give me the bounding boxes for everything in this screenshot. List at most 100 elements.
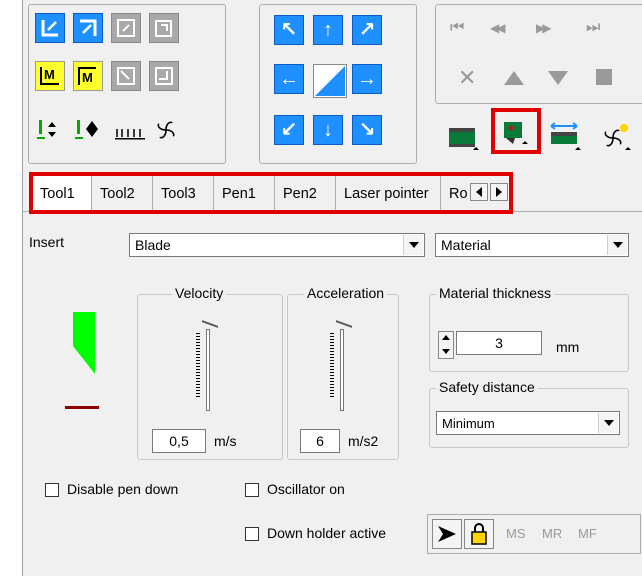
corner-disabled-icon [155, 20, 172, 37]
disable-pen-down-label[interactable]: Disable pen down [67, 481, 178, 497]
jog-down-left-button[interactable]: ↙ [274, 115, 304, 145]
arrow-down-right-icon: ↘ [358, 119, 376, 141]
mark-m-label: M [44, 67, 55, 82]
jog-up-right-button[interactable]: ↗ [352, 15, 382, 45]
acceleration-input[interactable]: 6 [300, 429, 340, 453]
chevron-down-icon [612, 242, 623, 248]
velocity-group: Velocity 0,5 m/s [137, 285, 283, 460]
stop-icon[interactable] [596, 69, 612, 85]
velocity-input[interactable]: 0,5 [152, 429, 206, 453]
spin-up-icon[interactable] [442, 335, 450, 340]
thickness-spinner[interactable] [438, 331, 454, 359]
corner-3-button[interactable] [111, 13, 141, 43]
bottom-button-group: MS MR MF [427, 514, 641, 554]
safety-distance-dropdown-arrow[interactable] [598, 413, 618, 433]
velocity-legend: Velocity [172, 285, 227, 301]
mf-button[interactable]: MF [578, 526, 597, 541]
material-value: Material [441, 237, 491, 253]
oscillator-label[interactable]: Oscillator on [267, 481, 345, 497]
corner-4-button[interactable] [149, 13, 179, 43]
mark-m2-button[interactable]: M [73, 61, 103, 91]
slider-ticks [330, 333, 334, 397]
jog-center-button[interactable] [313, 64, 347, 98]
spin-down-icon[interactable] [442, 349, 450, 354]
cursor-arrow-icon [438, 526, 456, 542]
mark-m-button[interactable]: M [35, 61, 65, 91]
tool-holder-3-icon [550, 122, 581, 150]
chevron-down-icon [408, 242, 419, 248]
rewind-icon[interactable]: ◀◀ [490, 21, 506, 35]
arrow-down-icon: ↓ [323, 119, 333, 141]
tool-up-down-button[interactable] [35, 115, 65, 145]
jog-left-button[interactable]: ← [274, 64, 304, 94]
down-holder-checkbox[interactable] [245, 527, 259, 541]
jog-up-left-button[interactable]: ↖ [274, 15, 304, 45]
corner-8-button[interactable] [149, 61, 179, 91]
slider-ticks [196, 333, 200, 397]
mr-button[interactable]: MR [542, 526, 562, 541]
safety-distance-legend: Safety distance [436, 379, 538, 395]
pointer-button[interactable] [432, 519, 462, 549]
disable-pen-down-checkbox[interactable] [45, 483, 59, 497]
set-corner-button[interactable] [73, 13, 103, 43]
tool-move-icon [75, 120, 98, 139]
slider-thumb[interactable] [202, 320, 218, 334]
oscillator-checkbox[interactable] [245, 483, 259, 497]
thickness-unit: mm [556, 339, 580, 355]
fan-indicator-button[interactable] [597, 118, 635, 156]
triangle-up-icon[interactable] [504, 71, 524, 85]
insert-label: Insert [29, 234, 65, 250]
tool-holder-1-icon [449, 128, 479, 150]
velocity-slider[interactable] [194, 320, 220, 411]
acceleration-group: Acceleration 6 m/s2 [287, 285, 399, 460]
tool-holder-2-button[interactable] [497, 114, 535, 148]
corner-disabled-icon [117, 19, 135, 37]
tool-holder-3-button[interactable] [547, 118, 585, 156]
corner-disabled-icon [117, 67, 135, 85]
tool-settings-panel: M M ↖ ↑ ↗ ← → ↙ ↓ ↘ ⏮ ◀◀ ▶▶ ⏭ ✕ Tool1 To… [22, 0, 642, 576]
cross-icon[interactable]: ✕ [458, 65, 476, 91]
material-dropdown-arrow[interactable] [607, 235, 627, 255]
lock-icon [471, 523, 487, 545]
arrow-right-icon: → [357, 68, 377, 90]
insert-dropdown-arrow[interactable] [403, 235, 423, 255]
triangle-down-icon[interactable] [548, 71, 568, 85]
ms-button[interactable]: MS [506, 526, 526, 541]
acceleration-unit: m/s2 [348, 433, 379, 449]
tool-holder-2-icon [504, 122, 528, 144]
first-icon[interactable]: ⏮ [450, 19, 464, 37]
corner-disabled-icon [155, 67, 173, 85]
tool-move-button[interactable] [73, 115, 103, 145]
thickness-input[interactable]: 3 [456, 331, 542, 355]
velocity-unit: m/s [214, 433, 237, 449]
chevron-down-icon [603, 420, 614, 426]
arrow-up-icon: ↑ [323, 19, 333, 41]
forward-icon[interactable]: ▶▶ [536, 21, 552, 35]
acceleration-legend: Acceleration [304, 285, 388, 301]
safety-distance-select[interactable]: Minimum [436, 411, 620, 435]
material-thickness-legend: Material thickness [436, 285, 555, 301]
fan-icon [157, 121, 175, 139]
down-holder-label[interactable]: Down holder active [267, 525, 386, 541]
jog-down-button[interactable]: ↓ [313, 115, 343, 145]
jog-down-right-button[interactable]: ↘ [352, 115, 382, 145]
corner-top-right-icon [80, 19, 97, 36]
lock-button[interactable] [464, 519, 494, 549]
acceleration-slider[interactable] [328, 320, 354, 411]
tabs-highlight [29, 172, 513, 214]
jog-right-button[interactable]: → [352, 64, 382, 94]
insert-select[interactable]: Blade [129, 233, 425, 257]
corner-7-button[interactable] [111, 61, 141, 91]
jog-up-button[interactable]: ↑ [313, 15, 343, 45]
tool-holder-1-button[interactable] [445, 118, 483, 156]
safety-distance-group: Safety distance Minimum [429, 379, 629, 448]
last-icon[interactable]: ⏭ [586, 19, 600, 37]
tool-up-down-icon [37, 120, 56, 139]
fan-button[interactable] [151, 115, 181, 145]
slider-thumb[interactable] [336, 320, 352, 334]
jog-arrows-group: ↖ ↑ ↗ ← → ↙ ↓ ↘ [259, 4, 417, 164]
material-select[interactable]: Material [435, 233, 629, 257]
origin-corner-icon [41, 20, 58, 37]
pins-button[interactable] [113, 115, 149, 145]
set-origin-button[interactable] [35, 13, 65, 43]
